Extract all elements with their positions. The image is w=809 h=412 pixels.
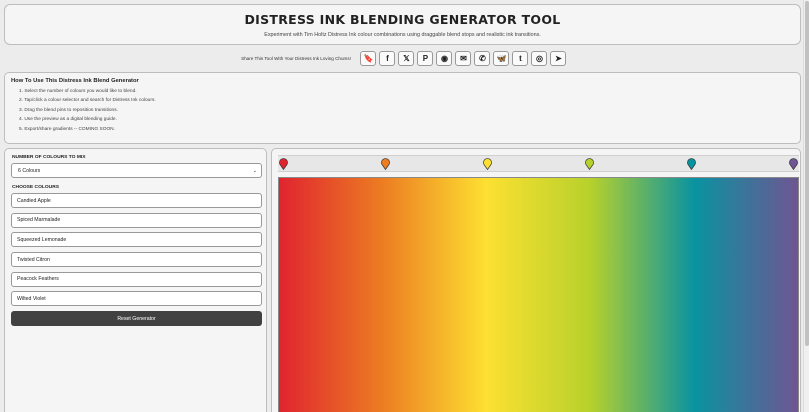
share-button-email[interactable]: ✉	[455, 51, 472, 66]
page-title: DISTRESS INK BLENDING GENERATOR TOOL	[244, 12, 561, 27]
instagram-icon: ◎	[535, 53, 543, 63]
share-button-instagram[interactable]: ◎	[531, 51, 548, 66]
blend-pin-3[interactable]	[483, 158, 492, 170]
blend-pin-4[interactable]	[585, 158, 594, 170]
colour-selector-1[interactable]: Candied Apple	[11, 193, 262, 208]
colour-selector-4[interactable]: Twisted Citron	[11, 252, 262, 268]
bluesky-icon: 🦋	[496, 53, 507, 63]
how-to-step: 5. Export/share gradients -- COMING SOON…	[19, 126, 115, 132]
reset-button[interactable]: Reset Generator	[11, 311, 262, 327]
bookmark-icon: 🔖	[363, 53, 374, 63]
colour-selector-3[interactable]: Squeezed Lemonade	[11, 232, 262, 248]
how-to-step: 4. Use the preview as a digital blending…	[19, 117, 117, 123]
share-button-bluesky[interactable]: 🦋	[493, 51, 510, 66]
page-scrollbar[interactable]	[803, 0, 809, 412]
how-to-steps: 1. Select the number of colours you woul…	[11, 89, 794, 136]
share-bar: Share This Tool With Your Distress Ink L…	[0, 50, 809, 67]
colour-count-select[interactable]: 6 Colours ⌄	[11, 163, 262, 178]
share-button-whatsapp[interactable]: ✆	[474, 51, 491, 66]
how-to-panel: How To Use This Distress Ink Blend Gener…	[4, 72, 801, 144]
scrollbar-thumb[interactable]	[805, 1, 809, 346]
whatsapp-icon: ✆	[479, 53, 486, 63]
share-button-facebook[interactable]: f	[379, 51, 396, 66]
blend-pin-track	[278, 155, 799, 172]
share-button-bookmark[interactable]: 🔖	[360, 51, 377, 66]
colour-count-value: 6 Colours	[18, 167, 41, 174]
blend-pin-2[interactable]	[381, 158, 390, 170]
colour-selector-2[interactable]: Spiced Marmalade	[11, 212, 262, 228]
reddit-icon: ◉	[440, 53, 448, 63]
page-subtitle: Experiment with Tim Holtz Distress Ink c…	[264, 32, 541, 38]
colour-list: Candied Apple Spiced Marmalade Squeezed …	[11, 193, 262, 307]
colour-count-label: NUMBER OF COLOURS TO MIX	[12, 155, 86, 160]
how-to-step: 1. Select the number of colours you woul…	[19, 89, 137, 94]
how-to-title: How To Use This Distress Ink Blend Gener…	[11, 78, 139, 84]
blend-pin-1[interactable]	[279, 158, 288, 170]
colour-selector-5[interactable]: Peacock Feathers	[11, 271, 262, 287]
choose-colours-label: CHOOSE COLOURS	[12, 185, 60, 190]
colour-selector-6[interactable]: Wilted Violet	[11, 291, 262, 307]
blend-pin-5[interactable]	[687, 158, 696, 170]
controls-panel: NUMBER OF COLOURS TO MIX 6 Colours ⌄ CHO…	[4, 148, 267, 412]
preview-panel	[271, 148, 801, 412]
share-button-tumblr[interactable]: t	[512, 51, 529, 66]
share-buttons: 🔖 f 𝕏 P ◉ ✉ ✆ 🦋 t ◎ ➤	[359, 51, 568, 66]
pinterest-icon: P	[422, 53, 429, 63]
share-label: Share This Tool With Your Distress Ink L…	[241, 56, 351, 61]
gradient-preview	[278, 177, 799, 412]
how-to-step: 2. Tap/click a colour selector and searc…	[19, 98, 156, 104]
email-icon: ✉	[460, 53, 467, 63]
share-button-telegram[interactable]: ➤	[550, 51, 567, 66]
telegram-icon: ➤	[555, 53, 562, 63]
share-button-reddit[interactable]: ◉	[436, 51, 453, 66]
page-header: DISTRESS INK BLENDING GENERATOR TOOL Exp…	[4, 4, 801, 45]
blend-pin-6[interactable]	[789, 158, 798, 170]
x-icon: 𝕏	[403, 53, 410, 63]
facebook-icon: f	[386, 53, 389, 63]
share-button-pinterest[interactable]: P	[417, 51, 434, 66]
tumblr-icon: t	[519, 53, 522, 63]
chevron-down-icon: ⌄	[252, 167, 257, 174]
how-to-step: 3. Drag the blend pins to reposition tra…	[19, 107, 118, 113]
share-button-x[interactable]: 𝕏	[398, 51, 415, 66]
